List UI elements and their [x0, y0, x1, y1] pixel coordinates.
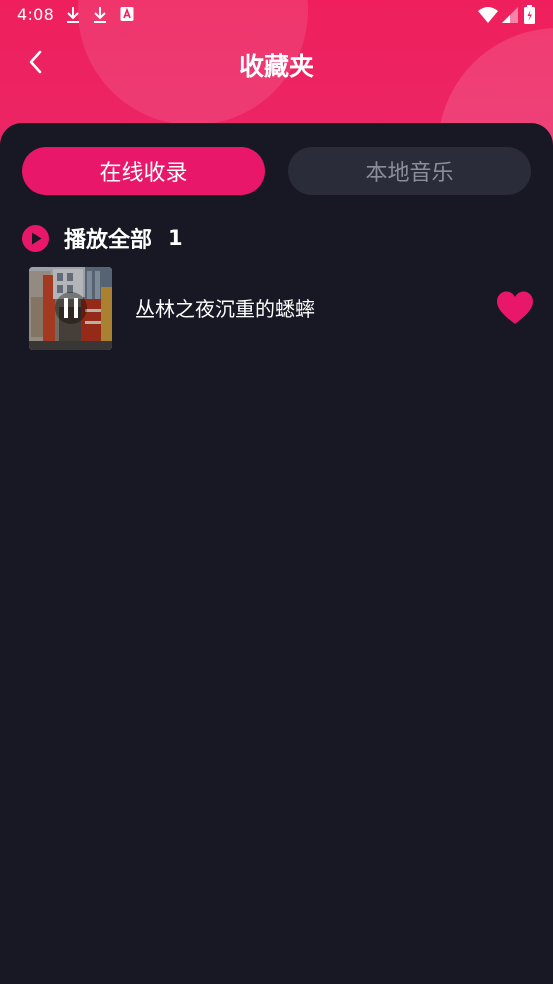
song-count: 1: [168, 226, 183, 250]
a-notification-icon: [120, 6, 134, 26]
song-title: 丛林之夜沉重的蟋蟀: [135, 297, 315, 321]
heart-icon: [496, 291, 534, 329]
download-icon: [92, 6, 108, 28]
play-all-label: 播放全部: [64, 228, 153, 253]
signal-icon: [502, 7, 518, 27]
favorites-screen: 4:08 收藏夹 在线收录 本地音乐 播放全部 1 丛林之夜沉重的蟋蟀: [0, 0, 553, 984]
download-icon: [65, 6, 81, 28]
battery-icon: [524, 5, 535, 28]
favorite-button[interactable]: [496, 291, 534, 325]
play-all-button[interactable]: 播放全部 1: [22, 223, 183, 253]
tab-label: 在线收录: [99, 161, 188, 186]
status-time: 4:08: [17, 5, 55, 24]
song-cover-image[interactable]: [29, 267, 112, 350]
play-circle-icon: [22, 224, 49, 252]
wifi-icon: [478, 7, 498, 27]
page-title: 收藏夹: [238, 52, 314, 81]
tab-online-collection[interactable]: 在线收录: [22, 147, 265, 195]
tab-label: 本地音乐: [365, 161, 454, 186]
content-panel: 在线收录 本地音乐 播放全部 1 丛林之夜沉重的蟋蟀: [0, 123, 553, 984]
status-bar: 4:08: [0, 0, 553, 30]
song-row[interactable]: 丛林之夜沉重的蟋蟀: [0, 264, 553, 350]
pause-icon: [54, 290, 88, 326]
tab-local-music[interactable]: 本地音乐: [288, 147, 531, 195]
